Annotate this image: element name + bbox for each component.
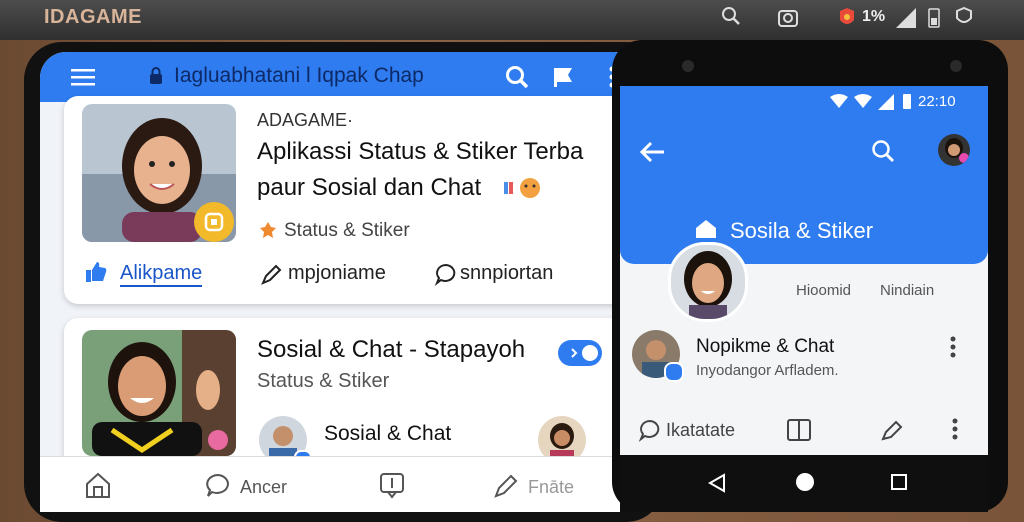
post-card-2[interactable]: Sosial & Chat - Stapayoh Status & Stiker… xyxy=(64,318,640,478)
chat-icon[interactable] xyxy=(204,471,232,504)
comment-icon-2[interactable] xyxy=(638,418,662,447)
share-icon-2[interactable] xyxy=(880,418,906,447)
verified-icon-2 xyxy=(664,362,684,382)
share-icon[interactable] xyxy=(260,262,284,291)
menu-icon[interactable] xyxy=(70,64,96,90)
search-icon-2[interactable] xyxy=(870,138,896,169)
right-phone-screen: 22:10 Sosila & Stiker Hioomid Nindiain N… xyxy=(620,86,988,512)
more-icon-2[interactable] xyxy=(950,336,956,363)
add-icon[interactable] xyxy=(378,471,406,504)
card-headline-line2: paur Sosial dan Chat xyxy=(257,174,482,201)
profile-stat-1: Hioomid xyxy=(796,282,852,299)
toggle-switch[interactable] xyxy=(558,340,602,366)
status-bar: 22:10 xyxy=(620,86,988,118)
book-icon[interactable] xyxy=(786,418,812,447)
battery-icon-2 xyxy=(902,92,912,115)
nav-item-4[interactable]: Fnāte xyxy=(528,477,574,498)
card2-user-label: Sosial & Chat xyxy=(324,422,452,445)
comment-button-2[interactable]: Ikatatate xyxy=(666,420,735,441)
search-icon[interactable] xyxy=(502,62,532,92)
camera-icon[interactable] xyxy=(776,6,800,35)
nav-recents-icon[interactable] xyxy=(890,473,908,496)
brand-logo: IDAGAME xyxy=(44,6,142,28)
toolbar-icons xyxy=(720,6,742,30)
home-icon-2 xyxy=(694,218,718,245)
nav-home-icon[interactable] xyxy=(794,471,816,498)
right-app-header: Sosila & Stiker xyxy=(620,118,988,264)
card2-subtitle: Status & Stiker xyxy=(257,370,390,392)
flag-icon[interactable] xyxy=(548,62,578,92)
nav-back-icon[interactable] xyxy=(707,473,726,498)
card-category: Status & Stiker xyxy=(284,220,410,241)
card-brand: ADAGAME· xyxy=(257,110,354,130)
app-title: Iagluabhatani l Iqpak Chap xyxy=(174,64,424,87)
signal-icon-2 xyxy=(878,94,894,115)
lock-icon xyxy=(148,66,164,86)
nav-item-2[interactable]: Ancer xyxy=(240,477,287,498)
profile-avatar[interactable] xyxy=(668,242,748,322)
like-icon[interactable] xyxy=(84,260,108,289)
profile-stat-2: Nindiain xyxy=(880,282,935,299)
status-time: 22:10 xyxy=(918,93,956,110)
signal-icon xyxy=(896,8,916,33)
search-tool-icon[interactable] xyxy=(720,5,742,31)
back-icon[interactable] xyxy=(638,140,666,169)
post-card[interactable]: ADAGAME· Aplikassi Status & Stiker Terba… xyxy=(64,96,640,304)
wifi-icon-2 xyxy=(854,94,872,113)
edit-icon[interactable] xyxy=(492,471,520,504)
card-headline-line1: Aplikassi Status & Stiker Terba xyxy=(257,138,584,165)
list-item-title[interactable]: Nopikme & Chat xyxy=(696,336,834,358)
sticker-emoji-icon xyxy=(504,176,544,205)
camera-lens xyxy=(682,60,694,72)
category-icon xyxy=(258,220,278,245)
left-phone-screen: Iagluabhatani l Iqpak Chap ADAGAME· Apli… xyxy=(40,52,640,512)
home-icon[interactable] xyxy=(84,471,112,504)
notification-icon[interactable] xyxy=(836,6,858,35)
post-photo-2[interactable] xyxy=(82,330,236,456)
top-bar: IDAGAME 1% xyxy=(0,0,1024,40)
battery-percent: 1% xyxy=(862,8,886,25)
share-button[interactable]: mpjoniame xyxy=(288,262,386,285)
more-icon-3[interactable] xyxy=(952,418,958,445)
left-app-bar: Iagluabhatani l Iqpak Chap xyxy=(40,52,640,102)
android-nav-bar xyxy=(620,455,988,512)
wifi-icon xyxy=(830,94,848,113)
like-button[interactable]: Alikpame xyxy=(120,262,203,287)
profile-avatar-small[interactable] xyxy=(938,134,970,166)
sensor xyxy=(950,60,962,72)
list-item-subtitle: Inyodangor Arfladem. xyxy=(696,362,839,379)
comment-button[interactable]: snnpiortan xyxy=(460,262,553,285)
card2-title: Sosial & Chat - Stapayoh xyxy=(257,336,526,363)
battery-icon xyxy=(928,6,940,33)
badge-icon xyxy=(194,202,234,242)
shield-icon xyxy=(954,6,974,33)
header-title: Sosila & Stiker xyxy=(730,218,874,243)
bottom-nav: Ancer Fnāte xyxy=(40,456,640,512)
comment-icon[interactable] xyxy=(434,262,458,291)
